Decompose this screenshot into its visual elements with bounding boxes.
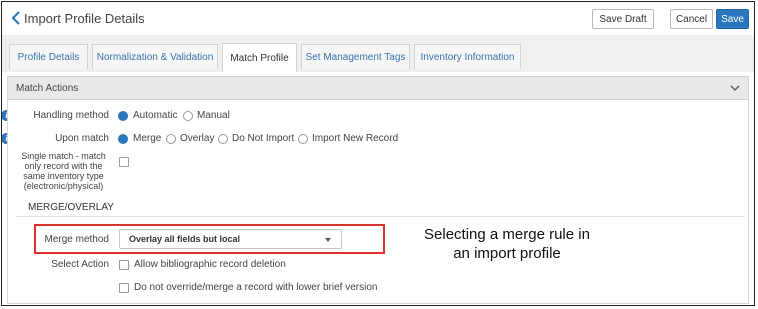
panel-title: Match Actions <box>16 83 79 94</box>
tab-match-profile[interactable]: Match Profile <box>222 43 297 72</box>
option-manual-label: Manual <box>197 110 230 121</box>
save-button[interactable]: Save <box>716 9 749 29</box>
tab-profile-details[interactable]: Profile Details <box>9 44 88 69</box>
single-match-label: Single match - match only record with th… <box>10 151 117 191</box>
chevron-down-icon[interactable] <box>730 84 740 92</box>
cancel-button[interactable]: Cancel <box>670 9 713 29</box>
single-match-label-line: Single match - match <box>21 151 106 161</box>
radio-merge[interactable] <box>118 134 128 144</box>
annotation-text: Selecting a merge rule in an import prof… <box>402 225 612 263</box>
lower-brief-version-label: Do not override/merge a record with lowe… <box>134 282 378 293</box>
radio-overlay[interactable] <box>166 134 176 144</box>
annotation-line: Selecting a merge rule in <box>424 226 590 243</box>
select-action-label: Select Action <box>51 259 109 270</box>
upon-match-label: Upon match <box>55 133 109 144</box>
annotation-line: an import profile <box>453 245 561 262</box>
merge-overlay-heading: MERGE/OVERLAY <box>28 202 114 213</box>
allow-deletion-checkbox[interactable] <box>119 260 129 270</box>
radio-automatic[interactable] <box>118 111 128 121</box>
page-header: Import Profile Details Save Draft Cancel… <box>2 2 754 36</box>
option-overlay-label: Overlay <box>180 133 215 144</box>
merge-method-label: Merge method <box>44 234 109 245</box>
save-draft-button[interactable]: Save Draft <box>592 9 654 29</box>
lower-brief-version-checkbox[interactable] <box>119 283 129 293</box>
chevron-left-icon[interactable] <box>9 10 23 26</box>
radio-import-new-record[interactable] <box>298 134 308 144</box>
radio-do-not-import[interactable] <box>218 134 228 144</box>
page-title: Import Profile Details <box>24 11 145 26</box>
single-match-label-line: only record with the <box>24 161 103 171</box>
handling-method-label: Handling method <box>33 110 109 121</box>
option-do-not-import-label: Do Not Import <box>232 133 295 144</box>
caret-down-icon <box>325 238 331 242</box>
tab-set-management-tags[interactable]: Set Management Tags <box>301 44 410 69</box>
option-merge-label: Merge <box>133 133 162 144</box>
single-match-checkbox[interactable] <box>119 157 129 167</box>
merge-method-select[interactable]: Overlay all fields but local <box>119 229 342 249</box>
allow-deletion-label: Allow bibliographic record deletion <box>134 259 286 270</box>
panel-header[interactable]: Match Actions <box>8 77 748 100</box>
merge-method-value: Overlay all fields but local <box>129 234 241 244</box>
section-divider <box>16 216 745 217</box>
single-match-label-line: (electronic/physical) <box>23 181 104 191</box>
tab-normalization-validation[interactable]: Normalization & Validation <box>92 44 218 69</box>
tab-inventory-information[interactable]: Inventory Information <box>414 44 521 69</box>
option-import-new-record-label: Import New Record <box>312 133 399 144</box>
tab-bar: Profile Details Normalization & Validati… <box>2 35 754 72</box>
radio-manual[interactable] <box>183 111 193 121</box>
single-match-label-line: same inventory type <box>23 171 104 181</box>
match-actions-panel: Match Actions <box>7 76 749 304</box>
import-profile-window: Import Profile Details Save Draft Cancel… <box>1 1 755 306</box>
option-automatic-label: Automatic <box>133 110 178 121</box>
